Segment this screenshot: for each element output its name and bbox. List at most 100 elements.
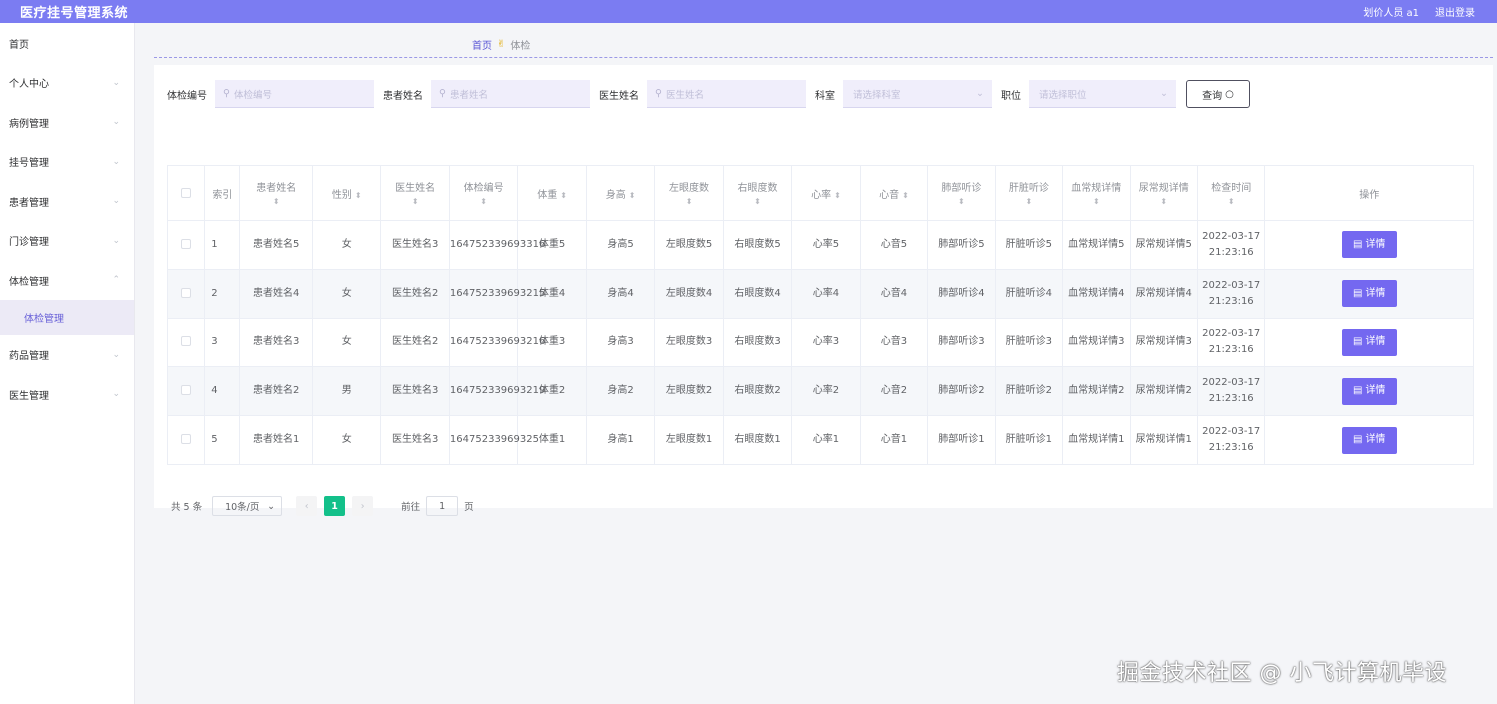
sort-icon[interactable]: ⬍ [240,197,311,207]
next-page-button[interactable]: › [352,496,374,516]
cell-exam-time: 2022-03-17 21:23:16 [1197,415,1266,465]
department-select[interactable]: 请选择科室 ⌄ [843,80,992,108]
table-row[interactable]: 5 患者姓名1 女医生姓名3 16475233969325 体重1 身高1 左眼度数1 右眼度… [167,415,1474,465]
sort-icon[interactable]: ⬍ [902,191,909,200]
col-liver[interactable]: 肝脏听诊 ⬍ [995,165,1064,221]
col-weight-label: 体重 [537,189,558,201]
table-row[interactable]: 3 患者姓名3 女医生姓名2 164752339693216 体重3 身高3 左眼度数3 右眼… [167,318,1474,368]
col-doctor-label: 医生姓名 [395,183,436,194]
col-left-eye[interactable]: 左眼度数 ⬍ [654,165,724,221]
patient-name-input[interactable]: ⚲ 患者姓名 [431,80,590,108]
sort-icon[interactable]: ⬍ [1131,197,1197,207]
cell-heart-sound: 心音1 [860,415,929,465]
document-icon: ▤ [1352,434,1363,446]
detail-button-label: 详情 [1365,385,1386,397]
col-doctor[interactable]: 医生姓名 ⬍ [380,165,450,221]
prev-page-button[interactable]: ‹ [296,496,318,516]
sort-icon[interactable]: ⬍ [655,197,722,207]
sidebar-item-clinic-management[interactable]: 门诊管理 ⌄ [0,221,134,261]
sort-icon[interactable]: ⬍ [996,197,1062,207]
cell-right-eye: 右眼度数4 [723,269,793,319]
col-urine[interactable]: 尿常规详情 ⬍ [1130,165,1198,221]
search-icon: ⚲ [655,88,662,99]
breadcrumb-home[interactable]: 首页 [472,37,492,52]
page-number-current[interactable]: 1 [324,496,346,516]
cell-action: ▤ 详情 [1264,220,1474,270]
table-row[interactable]: 2 患者姓名4 女医生姓名2 164752339693215 体重4 身高4 左眼度数4 右眼… [167,269,1474,319]
sidebar-item-patient-management[interactable]: 患者管理 ⌄ [0,182,134,222]
col-heart-rate[interactable]: 心率 ⬍ [791,165,861,221]
detail-button[interactable]: ▤ 详情 [1341,328,1397,356]
sort-icon[interactable]: ⬍ [381,197,448,207]
search-icon: ⚲ [223,88,230,99]
col-height[interactable]: 身高 ⬍ [586,165,656,221]
total-count: 共 5 条 [171,502,203,513]
col-lung[interactable]: 肺部听诊 ⬍ [927,165,996,221]
cell-right-eye: 右眼度数3 [723,318,793,368]
detail-button[interactable]: ▤ 详情 [1341,426,1397,454]
sidebar-item-personal-center[interactable]: 个人中心 ⌄ [0,63,134,103]
col-exam-time[interactable]: 检查时间 ⬍ [1197,165,1266,221]
page-size-select[interactable]: 10条/页 ⌄ [212,496,283,516]
col-exam-no[interactable]: 体检编号 ⬍ [449,165,519,221]
sort-icon[interactable]: ⬍ [560,191,567,200]
col-gender[interactable]: 性别 ⬍ [312,165,382,221]
table-row[interactable]: 1 患者姓名5 女医生姓名3 164752339693316 体重5 身高5 左眼度数5 右眼… [167,220,1474,270]
detail-button[interactable]: ▤ 详情 [1341,280,1397,308]
cell-liver: 肝脏听诊3 [995,318,1064,368]
col-blood[interactable]: 血常规详情 ⬍ [1062,165,1131,221]
breadcrumb: 首页 ✌ 体检 [472,37,530,52]
select-all-checkbox[interactable] [167,165,206,221]
cell-patient: 患者姓名5 [239,220,313,270]
sort-icon[interactable]: ⬍ [928,197,994,207]
sidebar-item-case-management[interactable]: 病例管理 ⌄ [0,103,134,143]
row-checkbox[interactable] [167,220,206,270]
detail-button[interactable]: ▤ 详情 [1341,231,1397,259]
sidebar-item-registration-management[interactable]: 挂号管理 ⌄ [0,142,134,182]
cell-heart-rate: 心率2 [791,366,861,417]
col-exam-no-label: 体检编号 [463,183,504,194]
user-label: 划价人员 a1 [1363,8,1419,19]
patient-name-label: 患者姓名 [383,90,423,102]
sidebar-item-home[interactable]: 首页 [0,23,134,63]
sort-icon[interactable]: ⬍ [1198,197,1264,207]
query-button[interactable]: 查询 ○ [1186,80,1250,108]
table-row[interactable]: 4 患者姓名2 男医生姓名3 164752339693219 体重2 身高2 左眼度数2 右眼… [167,366,1474,417]
sort-icon[interactable]: ⬍ [450,197,517,207]
cell-heart-rate: 心率1 [791,415,861,465]
col-patient[interactable]: 患者姓名 ⬍ [239,165,313,221]
sidebar-item-doctor-management[interactable]: 医生管理 ⌄ [0,375,134,415]
row-checkbox[interactable] [167,415,206,465]
exam-no-label: 体检编号 [167,90,207,102]
position-select[interactable]: 请选择职位 ⌄ [1029,80,1176,108]
logout-link[interactable]: 退出登录 [1435,4,1475,19]
col-right-eye[interactable]: 右眼度数 ⬍ [723,165,793,221]
doctor-name-input[interactable]: ⚲ 医生姓名 [647,80,806,108]
sort-icon[interactable]: ⬍ [629,191,636,200]
sort-icon[interactable]: ⬍ [834,191,841,200]
sort-icon[interactable]: ⬍ [355,191,362,200]
content-card: 体检编号 ⚲ 体检编号 患者姓名 ⚲ 患者姓名 医生姓名 ⚲ 医生姓名 科室 请选择科… [154,65,1493,516]
cell-blood: 血常规详情2 [1062,366,1131,417]
chevron-up-icon: ⌃ [112,275,120,286]
row-checkbox[interactable] [167,366,206,417]
sort-icon[interactable]: ⬍ [724,197,791,207]
sidebar-item-drug-management[interactable]: 药品管理 ⌄ [0,335,134,375]
col-weight[interactable]: 体重 ⬍ [517,165,587,221]
sidebar-subitem-exam-management[interactable]: 体检管理 [0,300,134,335]
cell-exam-no: 164752339693316 [449,220,545,270]
chevron-left-icon: ‹ [304,500,309,512]
exam-no-input[interactable]: ⚲ 体检编号 [215,80,374,108]
sort-icon[interactable]: ⬍ [1063,197,1129,207]
cell-exam-time: 2022-03-17 21:23:16 [1197,366,1266,417]
cell-blood: 血常规详情1 [1062,415,1131,465]
goto-page-input[interactable]: 1 [426,496,459,516]
row-checkbox[interactable] [167,318,206,368]
col-exam-time-label: 检查时间 [1211,183,1252,194]
cell-gender: 女 [312,318,382,368]
col-heart-sound[interactable]: 心音 ⬍ [860,165,929,221]
row-checkbox[interactable] [167,269,206,319]
document-icon: ▤ [1352,336,1363,348]
detail-button[interactable]: ▤ 详情 [1341,377,1397,405]
sidebar-item-exam-management[interactable]: 体检管理 ⌃ [0,261,134,301]
